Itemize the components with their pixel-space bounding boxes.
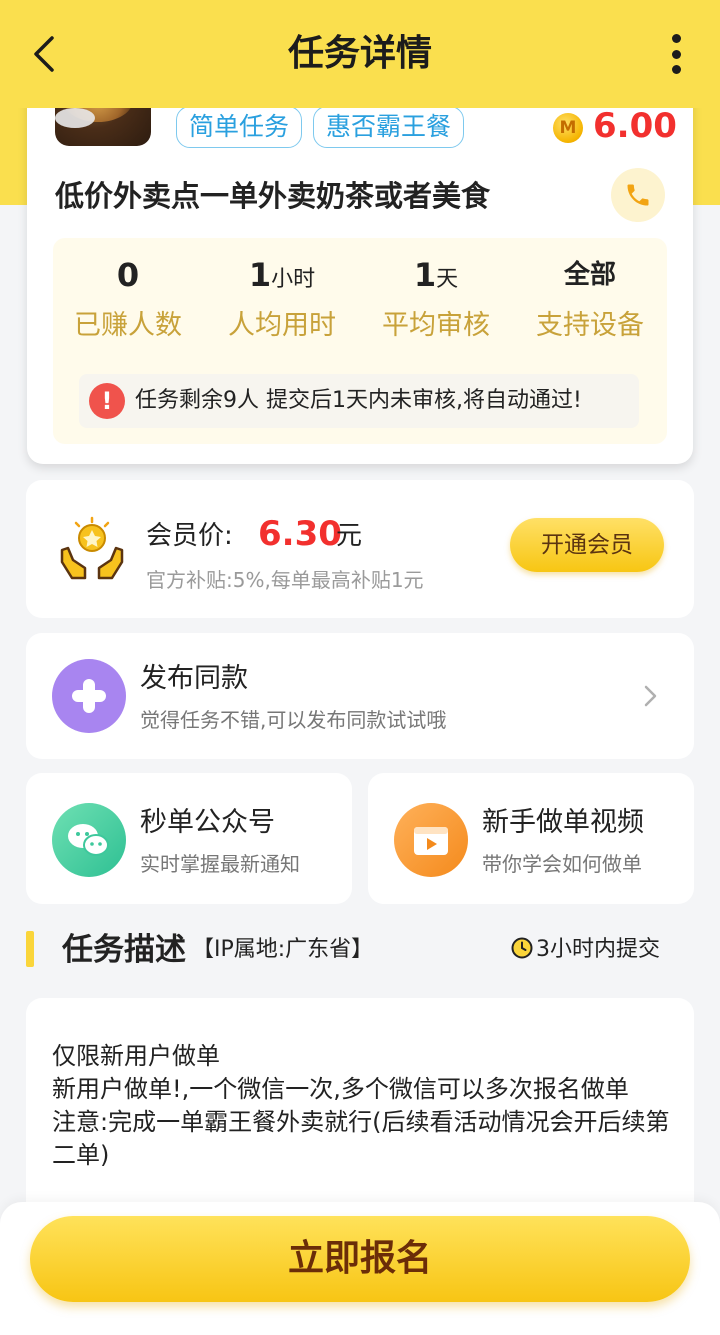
shortcut-subtitle: 实时掌握最新通知 xyxy=(140,852,300,876)
task-stats-panel: 0 已赚人数 1小时 人均用时 1天 平均审核 全部 支持设备 ! 任务剩余9人… xyxy=(53,238,667,444)
official-account-card[interactable]: 秒单公众号 实时掌握最新通知 xyxy=(26,773,352,904)
task-tag: 惠否霸王餐 xyxy=(313,106,465,148)
call-button[interactable] xyxy=(611,168,665,222)
task-reward: 6.00 xyxy=(593,106,677,146)
description-line: 仅限新用户做单 xyxy=(52,1042,220,1070)
plus-icon xyxy=(52,659,126,733)
phone-icon xyxy=(627,184,649,206)
more-dot-icon xyxy=(671,34,681,43)
tutorial-video-card[interactable]: 新手做单视频 带你学会如何做单 xyxy=(368,773,694,904)
task-tag: 简单任务 xyxy=(176,106,303,148)
open-membership-button[interactable]: 开通会员 xyxy=(510,518,664,572)
ip-location: 【IP属地:广东省】 xyxy=(192,937,374,962)
coin-icon: M xyxy=(553,113,583,143)
notice-text: 任务剩余9人 提交后1天内未审核,将自动通过! xyxy=(135,388,582,413)
clock-icon xyxy=(511,937,533,959)
page-title: 任务详情 xyxy=(287,33,432,74)
shortcut-title: 秒单公众号 xyxy=(140,807,275,838)
more-options-button[interactable] xyxy=(666,34,686,74)
section-accent-bar xyxy=(26,931,34,967)
task-title: 低价外卖点一单外卖奶茶或者美食 xyxy=(55,179,491,213)
more-dot-icon xyxy=(671,65,681,74)
more-dot-icon xyxy=(671,49,681,59)
video-icon xyxy=(394,803,468,877)
description-line: 注意:完成一单霸王餐外卖就行(后续看活动情况会开后续第二单) xyxy=(52,1108,670,1169)
stat-avg-time: 1小时 人均用时 xyxy=(228,256,336,341)
stat-avg-review: 1天 平均审核 xyxy=(382,256,490,341)
member-price-card: 会员价: 6.30 元 官方补贴:5%,每单最高补贴1元 开通会员 xyxy=(26,480,694,618)
submit-deadline: 3小时内提交 xyxy=(536,937,660,962)
description-text: 仅限新用户做单 新用户做单!,一个微信一次,多个微信可以多次报名做单 注意:完成… xyxy=(52,1040,672,1172)
stat-devices: 全部 支持设备 xyxy=(536,260,644,341)
task-summary-card: 简单任务 惠否霸王餐 M 6.00 低价外卖点一单外卖奶茶或者美食 0 已赚人数… xyxy=(27,78,693,464)
signup-button[interactable]: 立即报名 xyxy=(30,1216,690,1302)
wechat-icon xyxy=(52,803,126,877)
top-bar: 任务详情 xyxy=(0,0,720,108)
stat-earned-count: 0 已赚人数 xyxy=(74,256,182,341)
publish-same-row[interactable]: 发布同款 觉得任务不错,可以发布同款试试哦 xyxy=(26,633,694,759)
member-price-value: 6.30 xyxy=(258,514,342,554)
member-price-label: 会员价: xyxy=(146,521,233,551)
warning-icon: ! xyxy=(89,383,125,419)
member-price-unit: 元 xyxy=(336,521,363,551)
task-notice: ! 任务剩余9人 提交后1天内未审核,将自动通过! xyxy=(79,374,639,428)
description-title: 任务描述 xyxy=(62,932,186,968)
hands-coin-icon xyxy=(60,516,124,580)
publish-title: 发布同款 xyxy=(140,663,248,694)
bottom-action-bar: 立即报名 xyxy=(0,1202,720,1335)
description-line: 新用户做单!,一个微信一次,多个微信可以多次报名做单 xyxy=(52,1075,629,1103)
member-subsidy-text: 官方补贴:5%,每单最高补贴1元 xyxy=(146,568,424,592)
chevron-right-icon xyxy=(644,685,657,707)
shortcut-title: 新手做单视频 xyxy=(482,807,644,838)
publish-subtitle: 觉得任务不错,可以发布同款试试哦 xyxy=(140,708,447,732)
shortcut-subtitle: 带你学会如何做单 xyxy=(482,852,642,876)
